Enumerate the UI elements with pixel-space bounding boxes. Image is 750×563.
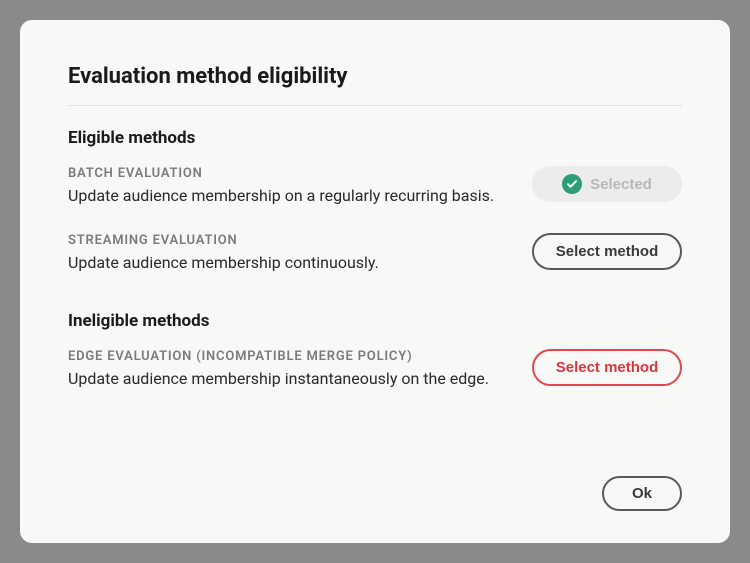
- selected-button-batch[interactable]: Selected: [532, 166, 682, 202]
- selected-button-label: Selected: [590, 176, 652, 193]
- select-method-button-streaming[interactable]: Select method: [532, 233, 682, 270]
- dialog-title: Evaluation method eligibility: [68, 64, 682, 89]
- method-row-edge: EDGE EVALUATION (INCOMPATIBLE MERGE POLI…: [68, 349, 682, 390]
- method-label-streaming: STREAMING EVALUATION: [68, 233, 512, 248]
- dialog: Evaluation method eligibility Eligible m…: [20, 20, 730, 543]
- method-label-edge: EDGE EVALUATION (INCOMPATIBLE MERGE POLI…: [68, 349, 512, 364]
- method-desc-batch: Update audience membership on a regularl…: [68, 185, 512, 207]
- method-text: EDGE EVALUATION (INCOMPATIBLE MERGE POLI…: [68, 349, 532, 390]
- select-method-button-edge[interactable]: Select method: [532, 349, 682, 386]
- ineligible-methods-header: Ineligible methods: [68, 311, 682, 331]
- eligible-methods-header: Eligible methods: [68, 128, 682, 148]
- check-icon: [562, 174, 582, 194]
- method-label-batch: BATCH EVALUATION: [68, 166, 512, 181]
- divider: [68, 105, 682, 106]
- method-row-batch: BATCH EVALUATION Update audience members…: [68, 166, 682, 207]
- ok-button[interactable]: Ok: [602, 476, 682, 511]
- method-desc-edge: Update audience membership instantaneous…: [68, 368, 512, 390]
- method-desc-streaming: Update audience membership continuously.: [68, 252, 512, 274]
- method-text: STREAMING EVALUATION Update audience mem…: [68, 233, 532, 274]
- method-row-streaming: STREAMING EVALUATION Update audience mem…: [68, 233, 682, 274]
- dialog-footer: Ok: [602, 476, 682, 511]
- method-text: BATCH EVALUATION Update audience members…: [68, 166, 532, 207]
